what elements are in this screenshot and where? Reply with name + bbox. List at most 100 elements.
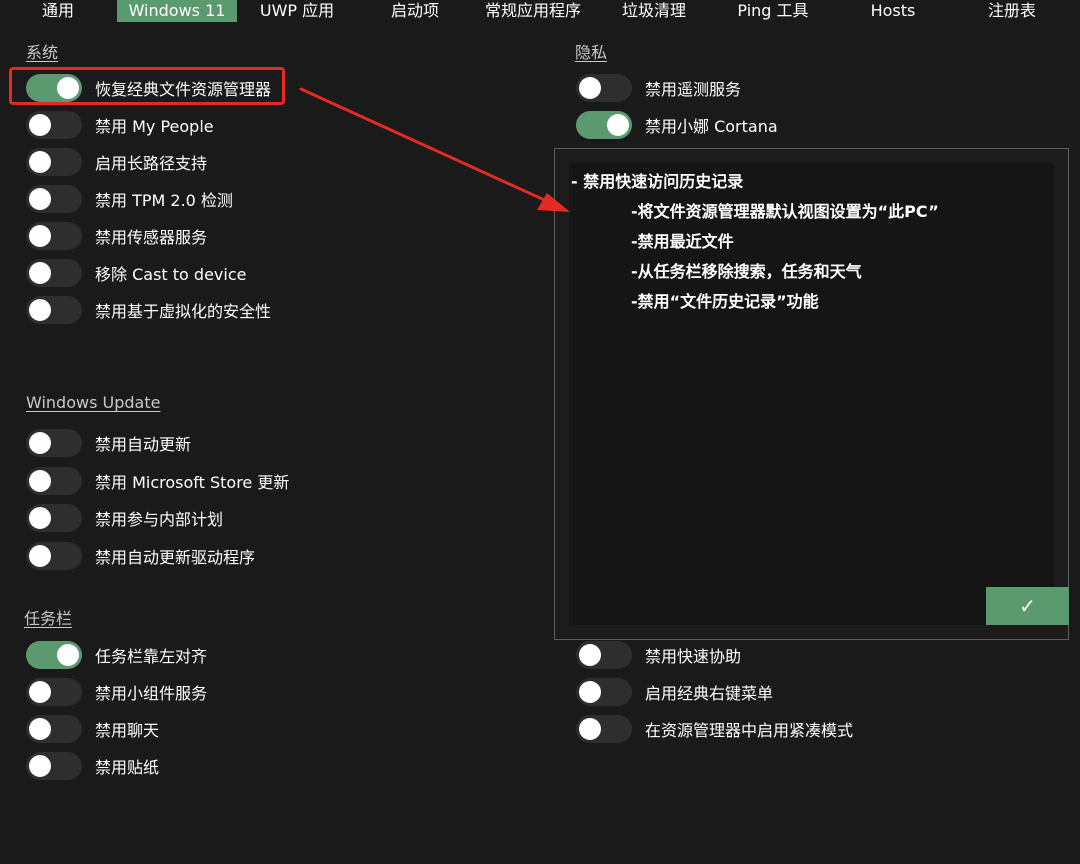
- description-popup: - 禁用快速访问历史记录 -将文件资源管理器默认视图设置为“此PC” -禁用最近…: [554, 148, 1069, 640]
- toggle-label: 禁用基于虚拟化的安全性: [95, 302, 272, 321]
- tab-registry[interactable]: 注册表: [978, 0, 1046, 22]
- section-title-privacy: 隐私: [575, 43, 608, 62]
- toggle-switch[interactable]: [576, 641, 632, 669]
- toggle-switch[interactable]: [26, 678, 82, 706]
- toggle-knob: [57, 77, 79, 99]
- tab-uwp-apps[interactable]: UWP 应用: [250, 0, 344, 22]
- toggle-knob: [579, 77, 601, 99]
- tab-general[interactable]: 通用: [22, 0, 94, 22]
- toggle-knob: [579, 718, 601, 740]
- toggle-row-cast-to-device: 移除 Cast to device: [26, 259, 246, 287]
- toggle-label: 禁用快速协助: [645, 647, 742, 666]
- toggle-row-driver-update: 禁用自动更新驱动程序: [26, 542, 255, 570]
- toggle-row-auto-update: 禁用自动更新: [26, 429, 191, 457]
- toggle-switch[interactable]: [26, 467, 82, 495]
- toggle-label: 启用长路径支持: [95, 154, 208, 173]
- toggle-label: 禁用 TPM 2.0 检测: [95, 191, 233, 210]
- tab-windows-11[interactable]: Windows 11: [117, 0, 237, 22]
- tab-junk-cleanup[interactable]: 垃圾清理: [612, 0, 696, 22]
- toggle-knob: [29, 114, 51, 136]
- tab-ping-tool[interactable]: Ping 工具: [728, 0, 818, 22]
- toggle-row-cortana: 禁用小娜 Cortana: [576, 111, 778, 139]
- toggle-row-stickers: 禁用贴纸: [26, 752, 159, 780]
- toggle-knob: [29, 470, 51, 492]
- toggle-switch[interactable]: [576, 111, 632, 139]
- section-title-system: 系统: [26, 43, 59, 62]
- toggle-label: 移除 Cast to device: [95, 265, 247, 284]
- toggle-knob: [29, 225, 51, 247]
- toggle-switch[interactable]: [26, 429, 82, 457]
- toggle-row-telemetry: 禁用遥测服务: [576, 74, 741, 102]
- toggle-knob: [29, 262, 51, 284]
- toggle-knob: [29, 681, 51, 703]
- toggle-knob: [29, 718, 51, 740]
- popup-heading: - 禁用快速访问历史记录: [571, 172, 744, 191]
- toggle-row-long-paths: 启用长路径支持: [26, 148, 207, 176]
- app-window: 通用 Windows 11 UWP 应用 启动项 常规应用程序 垃圾清理 Pin…: [0, 0, 1080, 864]
- toggle-switch[interactable]: [26, 111, 82, 139]
- toggle-switch[interactable]: [26, 259, 82, 287]
- popup-line: -禁用“文件历史记录”功能: [631, 292, 819, 311]
- tab-startup[interactable]: 启动项: [378, 0, 452, 22]
- toggle-label: 禁用聊天: [95, 721, 160, 740]
- toggle-row-insider: 禁用参与内部计划: [26, 504, 223, 532]
- toggle-row-store-update: 禁用 Microsoft Store 更新: [26, 467, 289, 495]
- toggle-switch[interactable]: [26, 296, 82, 324]
- toggle-knob: [29, 299, 51, 321]
- toggle-label: 在资源管理器中启用紧凑模式: [645, 721, 854, 740]
- toggle-label: 启用经典右键菜单: [645, 684, 774, 703]
- popup-content-area: - 禁用快速访问历史记录 -将文件资源管理器默认视图设置为“此PC” -禁用最近…: [569, 163, 1069, 625]
- toggle-switch[interactable]: [576, 678, 632, 706]
- toggle-row-widgets: 禁用小组件服务: [26, 678, 207, 706]
- toggle-knob: [29, 151, 51, 173]
- toggle-row-compact-mode: 在资源管理器中启用紧凑模式: [576, 715, 853, 743]
- toggle-label: 禁用参与内部计划: [95, 510, 224, 529]
- tab-bar: 通用 Windows 11 UWP 应用 启动项 常规应用程序 垃圾清理 Pin…: [0, 0, 1080, 22]
- toggle-switch[interactable]: [26, 148, 82, 176]
- toggle-row-classic-explorer: 恢复经典文件资源管理器: [26, 74, 271, 102]
- toggle-switch[interactable]: [26, 715, 82, 743]
- toggle-knob: [579, 644, 601, 666]
- popup-line: -将文件资源管理器默认视图设置为“此PC”: [631, 202, 939, 221]
- toggle-label: 禁用遥测服务: [645, 80, 742, 99]
- toggle-label: 禁用小组件服务: [95, 684, 208, 703]
- popup-text-block: - 禁用快速访问历史记录 -将文件资源管理器默认视图设置为“此PC” -禁用最近…: [569, 173, 939, 323]
- toggle-switch[interactable]: [26, 504, 82, 532]
- toggle-row-taskbar-left: 任务栏靠左对齐: [26, 641, 207, 669]
- toggle-row-vbs: 禁用基于虚拟化的安全性: [26, 296, 271, 324]
- toggle-knob: [29, 507, 51, 529]
- toggle-switch[interactable]: [26, 542, 82, 570]
- toggle-knob: [29, 545, 51, 567]
- toggle-label: 恢复经典文件资源管理器: [95, 80, 272, 99]
- toggle-knob: [607, 114, 629, 136]
- toggle-switch[interactable]: [26, 641, 82, 669]
- section-title-windows-update: Windows Update: [26, 393, 161, 412]
- toggle-row-chat: 禁用聊天: [26, 715, 159, 743]
- tab-hosts[interactable]: Hosts: [858, 0, 928, 22]
- toggle-switch[interactable]: [576, 74, 632, 102]
- section-title-taskbar: 任务栏: [24, 609, 73, 628]
- toggle-label: 任务栏靠左对齐: [95, 647, 208, 666]
- confirm-button[interactable]: ✓: [986, 587, 1069, 625]
- popup-line: -禁用最近文件: [631, 232, 734, 251]
- toggle-label: 禁用 My People: [95, 117, 214, 136]
- checkmark-icon: ✓: [1019, 594, 1036, 618]
- toggle-knob: [29, 755, 51, 777]
- toggle-label: 禁用小娜 Cortana: [645, 117, 778, 136]
- toggle-switch[interactable]: [576, 715, 632, 743]
- popup-line: -从任务栏移除搜索，任务和天气: [631, 262, 862, 281]
- toggle-label: 禁用贴纸: [95, 758, 160, 777]
- toggle-row-classic-context-menu: 启用经典右键菜单: [576, 678, 773, 706]
- toggle-switch[interactable]: [26, 752, 82, 780]
- toggle-switch[interactable]: [26, 185, 82, 213]
- tab-common-apps[interactable]: 常规应用程序: [474, 0, 592, 22]
- toggle-row-quick-assist: 禁用快速协助: [576, 641, 741, 669]
- toggle-knob: [579, 681, 601, 703]
- toggle-label: 禁用自动更新驱动程序: [95, 548, 256, 567]
- toggle-row-tpm-check: 禁用 TPM 2.0 检测: [26, 185, 233, 213]
- toggle-knob: [57, 644, 79, 666]
- toggle-switch[interactable]: [26, 222, 82, 250]
- toggle-label: 禁用 Microsoft Store 更新: [95, 473, 290, 492]
- toggle-label: 禁用自动更新: [95, 435, 192, 454]
- toggle-switch[interactable]: [26, 74, 82, 102]
